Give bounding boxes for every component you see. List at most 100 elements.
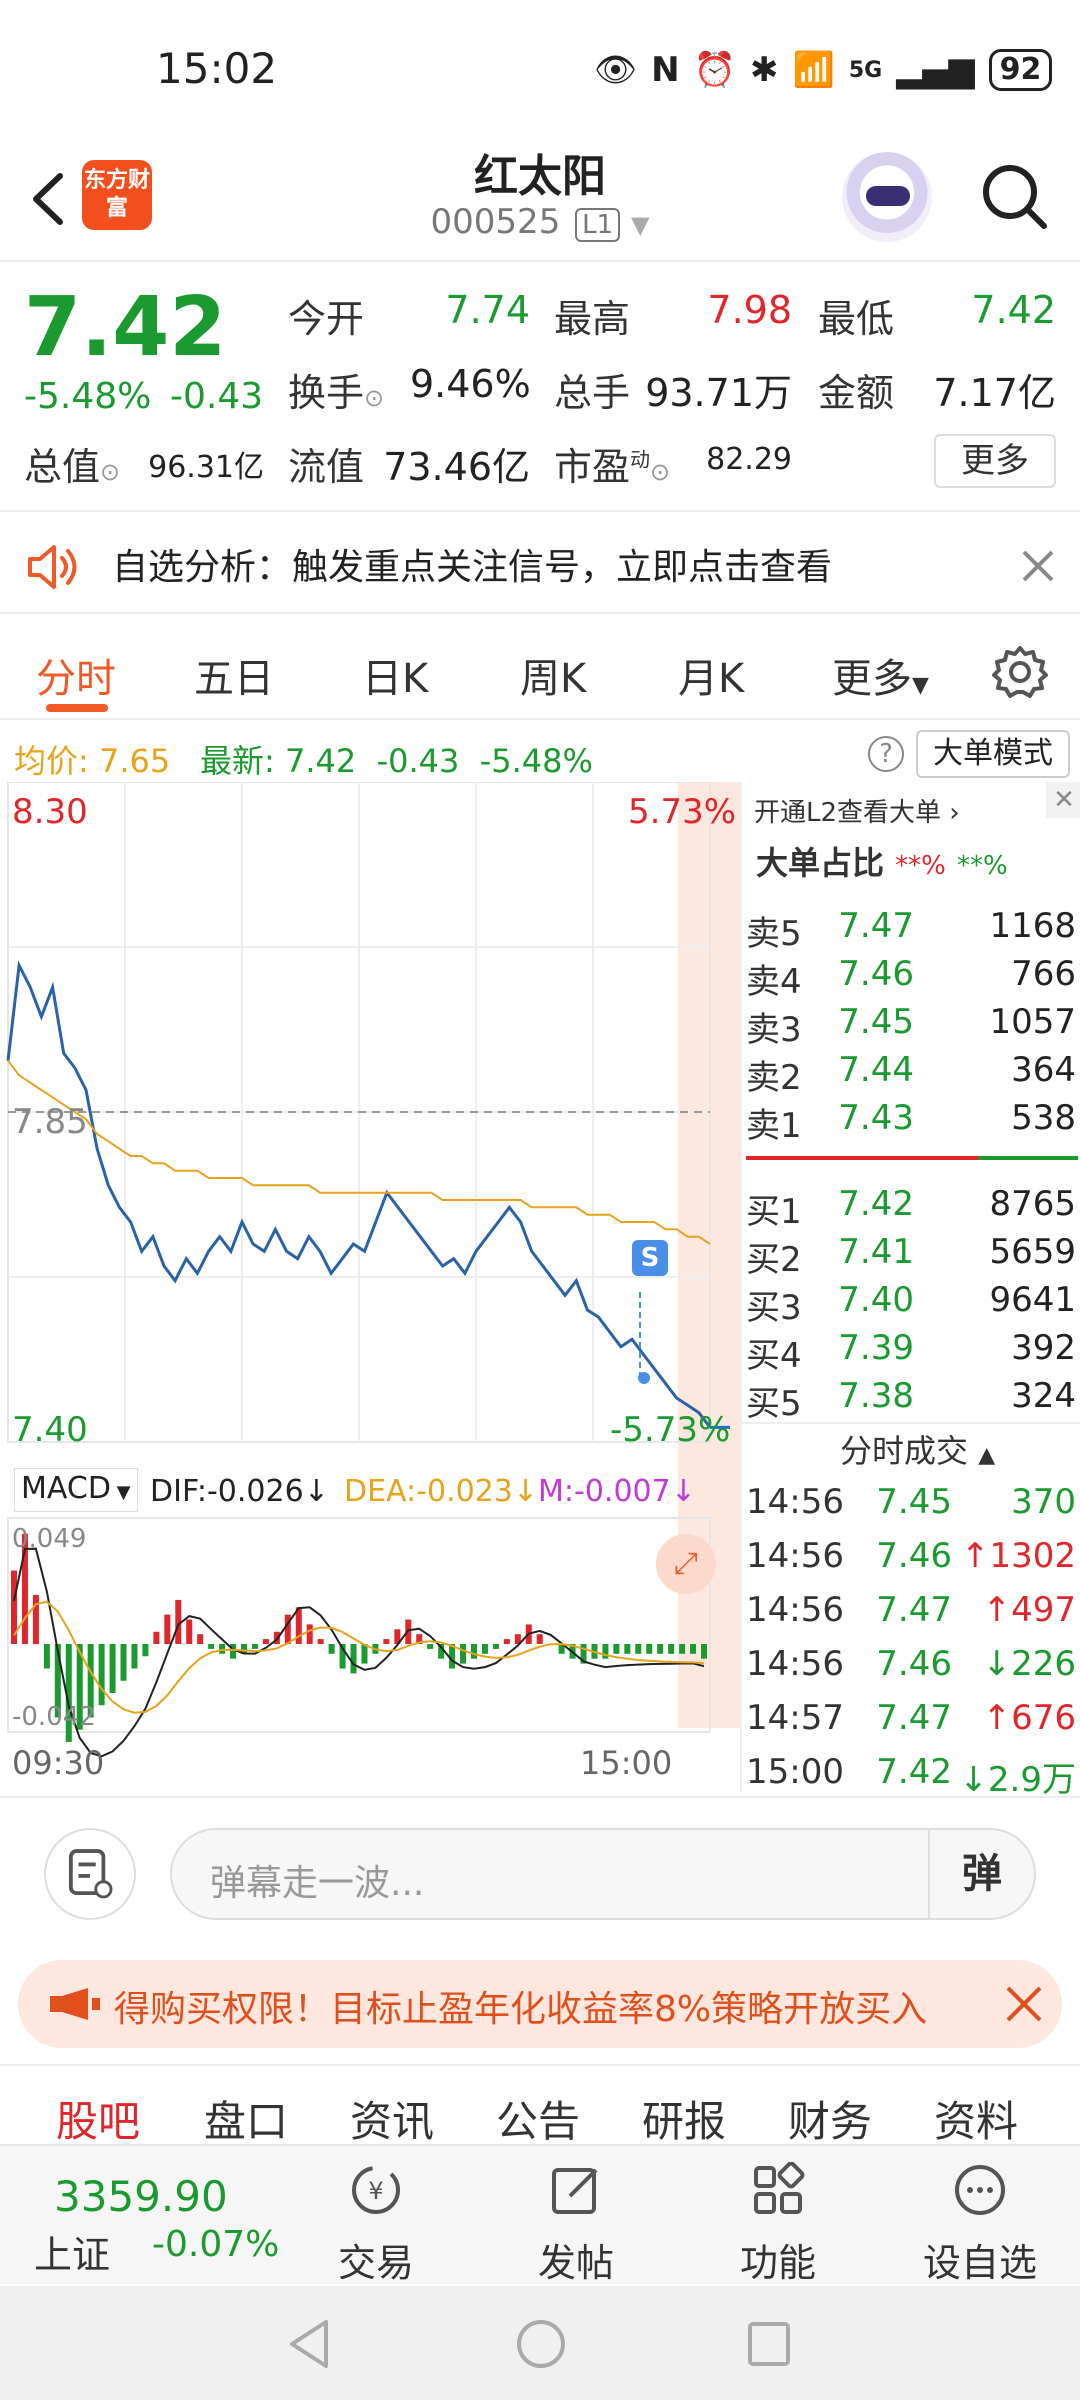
bid-label: 买2: [746, 1240, 802, 1280]
volume-value: 93.71万: [645, 371, 792, 415]
alert-banner[interactable]: 自选分析：触发重点关注信号，立即点击查看: [0, 516, 1080, 614]
bid-row[interactable]: 买4 7.39 392: [742, 1328, 1080, 1376]
system-back-icon[interactable]: [284, 2316, 334, 2372]
trade-volume-value: 226: [1011, 1644, 1076, 1684]
tab-more[interactable]: 更多▼: [832, 646, 929, 704]
more-button[interactable]: 更多: [934, 434, 1056, 488]
bid-row[interactable]: 买1 7.42 8765: [742, 1184, 1080, 1232]
trade-volume: 370: [1011, 1482, 1076, 1522]
system-home-icon[interactable]: [514, 2316, 568, 2372]
dea-line: [13, 1600, 705, 1714]
ask-row[interactable]: 卖4 7.46 766: [742, 954, 1080, 1002]
dif-value: DIF:-0.026↓: [150, 1474, 329, 1509]
chart-svg[interactable]: [0, 781, 740, 1792]
trades-title[interactable]: 分时成交 ▲: [840, 1426, 995, 1472]
bid-row[interactable]: 买5 7.38 324: [742, 1376, 1080, 1424]
megaphone-icon: [50, 1988, 100, 2020]
danmu-settings-icon: [68, 1849, 113, 1899]
info-icon: ⊙: [364, 384, 385, 412]
macd-bar: [142, 1644, 149, 1657]
close-icon[interactable]: [1002, 1982, 1046, 2026]
dropdown-icon: ▼: [110, 1482, 131, 1503]
mktcap-label[interactable]: 总值⊙: [24, 436, 120, 491]
trade-volume: ↓2.9万: [959, 1752, 1076, 1801]
system-recents-icon[interactable]: [744, 2316, 794, 2372]
danmu-placeholder: 弹幕走一波...: [210, 1863, 425, 1904]
latest-price: 最新: 7.42 -0.43 -5.48%: [200, 736, 593, 782]
nav-functions-label: 功能: [739, 2241, 816, 2285]
tab-research[interactable]: 研报: [642, 2088, 726, 2149]
nav-add-watchlist-label: 设自选: [922, 2241, 1037, 2285]
signal-marker[interactable]: S: [632, 1240, 668, 1276]
macd-bar: [613, 1644, 620, 1654]
tab-forum[interactable]: 股吧: [56, 2088, 140, 2149]
trade-arrow: ↓: [959, 1760, 988, 1800]
info-icon: ⊙: [100, 458, 121, 486]
promo-banner[interactable]: 得购买权限！目标止盈年化收益率8%策略开放买入: [18, 1960, 1062, 2048]
turnover-value: 9.46%: [410, 362, 531, 406]
danmu-send-button[interactable]: 弹: [928, 1830, 1034, 1918]
big-order-mode-button[interactable]: 大单模式: [916, 730, 1070, 778]
gear-icon[interactable]: [990, 642, 1050, 702]
expand-icon[interactable]: ⤢: [656, 1534, 716, 1594]
latest-pct: -5.48%: [479, 742, 593, 780]
macd-bar: [679, 1644, 686, 1654]
danmu-input[interactable]: 弹幕走一波... 弹: [170, 1828, 1036, 1920]
ask-row[interactable]: 卖3 7.45 1057: [742, 1002, 1080, 1050]
tab-weekly-k[interactable]: 周K: [520, 646, 586, 704]
bid-label: 买4: [746, 1336, 802, 1376]
tab-news[interactable]: 资讯: [350, 2088, 434, 2149]
macd-bar: [153, 1631, 160, 1644]
bid-row[interactable]: 买2 7.41 5659: [742, 1232, 1080, 1280]
latest-change: -0.43: [376, 742, 460, 780]
open-l2-text: 开通L2查看大单: [754, 798, 942, 828]
close-icon[interactable]: ✕: [1046, 782, 1080, 818]
trade-price: 7.45: [876, 1482, 952, 1522]
info-icon: ⊙: [650, 458, 671, 486]
network-label: 5G: [848, 57, 883, 83]
macd-bar: [471, 1644, 477, 1659]
ask-row[interactable]: 卖2 7.44 364: [742, 1050, 1080, 1098]
macd-bar: [481, 1644, 488, 1654]
tab-finance[interactable]: 财务: [788, 2088, 872, 2149]
nav-add-watchlist[interactable]: 设自选: [910, 2156, 1050, 2285]
close-icon[interactable]: [1016, 540, 1060, 590]
pe-label-text: 市盈: [554, 445, 631, 489]
order-book-panel: 开通L2查看大单 › ✕ 大单占比 **% **% 卖5 7.47 1168 卖…: [740, 782, 1080, 1800]
grid-icon: [754, 2162, 805, 2214]
search-icon[interactable]: [978, 158, 1050, 236]
trade-volume-value: 370: [1011, 1482, 1076, 1522]
pe-label[interactable]: 市盈动⊙: [554, 436, 670, 491]
danmu-settings-button[interactable]: [44, 1828, 136, 1920]
time-start-label: 09:30: [12, 1744, 105, 1782]
tab-monthly-k[interactable]: 月K: [678, 646, 744, 704]
tab-intraday[interactable]: 分时: [36, 646, 116, 704]
nav-trade[interactable]: ¥ 交易: [306, 2156, 446, 2285]
open-l2-link[interactable]: 开通L2查看大单 ›: [754, 792, 960, 829]
bid-row[interactable]: 买3 7.40 9641: [742, 1280, 1080, 1328]
macd-bar: [460, 1644, 467, 1664]
quote-panel: 7.42 -5.48% -0.43 今开 7.74 最高 7.98 最低 7.4…: [0, 264, 1080, 512]
pe-superscript: 动: [630, 447, 651, 472]
trade-volume-value: 676: [1011, 1698, 1076, 1738]
tab-daily-k[interactable]: 日K: [362, 646, 428, 704]
ask-row[interactable]: 卖1 7.43 538: [742, 1098, 1080, 1146]
turnover-label-text: 换手: [288, 371, 365, 415]
amount-value: 7.17亿: [933, 371, 1056, 415]
bid-price: 7.42: [838, 1184, 914, 1224]
help-icon[interactable]: ?: [868, 736, 904, 772]
tab-announcements[interactable]: 公告: [496, 2088, 580, 2149]
assistant-avatar[interactable]: [842, 152, 932, 242]
volume-label: 总手: [554, 371, 631, 415]
intraday-chart[interactable]: 8.30 5.73% 7.85 7.40 -5.73% S MACD ▼ DIF…: [0, 781, 740, 1792]
nav-post[interactable]: 发帖: [506, 2156, 646, 2285]
active-tab-indicator: [46, 704, 108, 712]
turnover-label[interactable]: 换手⊙: [288, 362, 384, 417]
nav-functions[interactable]: 功能: [708, 2156, 848, 2285]
tab-handicap[interactable]: 盘口: [204, 2088, 288, 2149]
tab-profile[interactable]: 资料: [934, 2088, 1018, 2149]
tab-five-day[interactable]: 五日: [194, 646, 274, 704]
macd-selector[interactable]: MACD ▼: [14, 1468, 138, 1512]
trade-price: 7.46: [876, 1536, 952, 1576]
ask-row[interactable]: 卖5 7.47 1168: [742, 906, 1080, 954]
